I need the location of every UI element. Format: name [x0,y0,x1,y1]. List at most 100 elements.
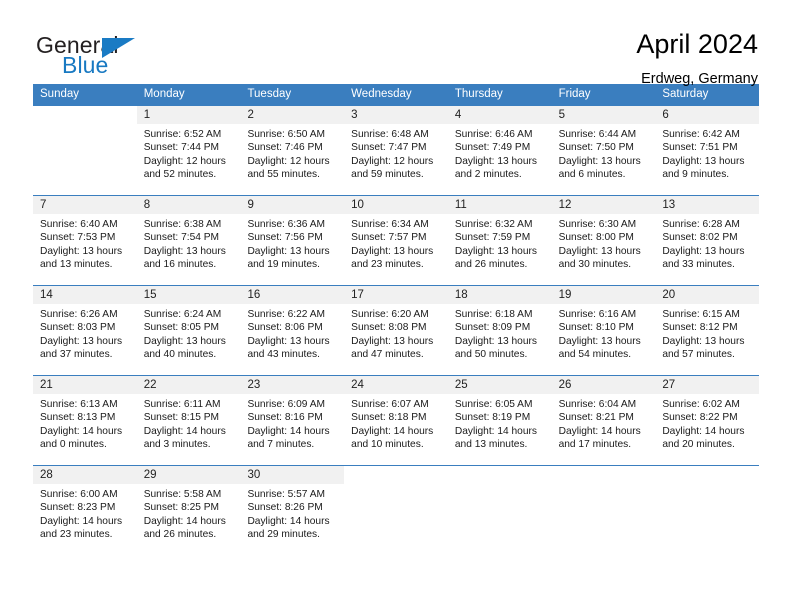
weekday-header-friday: Friday [558,88,591,100]
day-cell[interactable] [447,466,552,553]
day-cell[interactable]: 14 Sunrise: 6:26 AM Sunset: 8:03 PM Dayligh… [33,286,137,375]
sunrise-text: Sunrise: 6:34 AM [351,219,429,230]
day-cell[interactable]: 16 Sunrise: 6:22 AM Sunset: 8:06 PM Dayligh… [240,286,345,375]
sunrise-text: Sunrise: 6:42 AM [662,129,740,140]
sunset-text: Sunset: 8:16 PM [247,412,323,424]
daylight-text-line1: Daylight: 14 hours [40,515,123,527]
day-cell[interactable]: 13 Sunrise: 6:28 AM Sunset: 8:02 PM Dayligh… [655,196,760,285]
daylight-text-line2: and 19 minutes. [247,259,320,271]
sunset-text: Sunset: 8:23 PM [40,502,116,514]
day-cell[interactable]: 5 Sunrise: 6:44 AM Sunset: 7:50 PM Daylight… [551,106,656,195]
day-cell[interactable]: 6 Sunrise: 6:42 AM Sunset: 7:51 PM Daylight… [655,106,760,195]
day-cell[interactable]: 10 Sunrise: 6:34 AM Sunset: 7:57 PM Dayligh… [344,196,448,285]
day-cell[interactable]: 24 Sunrise: 6:07 AM Sunset: 8:18 PM Dayligh… [344,376,448,465]
sunset-text: Sunset: 8:05 PM [143,322,220,334]
day-cell[interactable]: 4 Sunrise: 6:46 AM Sunset: 7:49 PM Daylight… [447,106,552,195]
day-cell[interactable]: 28 Sunrise: 6:00 AM Sunset: 8:23 PM Dayligh… [33,466,137,553]
day-cell[interactable]: 8 Sunrise: 6:38 AM Sunset: 7:54 PM Daylight… [136,196,241,285]
day-cell[interactable] [551,466,656,553]
day-number: 27 [662,379,676,391]
week-row: 28 Sunrise: 6:00 AM Sunset: 8:23 PM Dayligh… [33,465,760,553]
calendar-grid: Sunday Monday Tuesday Wednesday Thursday… [33,84,760,553]
day-cell[interactable]: 12 Sunrise: 6:30 AM Sunset: 8:00 PM Dayligh… [551,196,656,285]
week-row: 21 Sunrise: 6:13 AM Sunset: 8:13 PM Dayligh… [33,375,760,465]
sunset-text: Sunset: 8:06 PM [247,322,323,334]
title-block: April 2024 Erdweg, Germany [636,28,758,86]
sunrise-text: Sunrise: 6:09 AM [247,399,326,410]
sunrise-text: Sunrise: 5:57 AM [247,489,326,500]
sunset-text: Sunset: 7:51 PM [662,142,738,154]
sunset-text: Sunset: 7:44 PM [143,142,220,154]
day-cell[interactable]: 3 Sunrise: 6:48 AM Sunset: 7:47 PM Daylight… [344,106,448,195]
sunrise-text: Sunrise: 6:26 AM [40,309,118,320]
day-cell[interactable]: 7 Sunrise: 6:40 AM Sunset: 7:53 PM Daylight… [33,196,137,285]
sunset-text: Sunset: 8:18 PM [351,412,427,424]
daylight-text-line1: Daylight: 13 hours [454,335,537,347]
daylight-text-line2: and 10 minutes. [351,439,424,451]
weekday-header-tuesday: Tuesday [247,88,292,100]
sunset-text: Sunset: 7:49 PM [454,142,531,154]
day-cell[interactable]: 30 Sunrise: 5:57 AM Sunset: 8:26 PM Dayligh… [240,466,345,553]
daylight-text-line2: and 47 minutes. [351,349,424,361]
daylight-text-line2: and 26 minutes. [143,529,217,541]
day-cell[interactable]: 1 Sunrise: 6:52 AM Sunset: 7:44 PM Daylight… [136,106,241,195]
day-number: 30 [247,469,261,481]
day-number: 24 [351,379,364,391]
day-cell[interactable]: 20 Sunrise: 6:15 AM Sunset: 8:12 PM Dayligh… [655,286,760,375]
day-number: 19 [558,289,572,301]
daylight-text-line2: and 23 minutes. [40,529,113,541]
daylight-text-line1: Daylight: 14 hours [40,425,123,437]
day-number: 18 [454,289,468,301]
sunset-text: Sunset: 8:00 PM [558,232,634,244]
sunrise-text: Sunrise: 6:05 AM [454,399,533,410]
day-cell[interactable] [655,466,760,553]
day-number: 17 [351,289,364,301]
sunrise-text: Sunrise: 6:50 AM [247,129,326,140]
sunrise-text: Sunrise: 6:28 AM [662,219,740,230]
day-cell[interactable]: 23 Sunrise: 6:09 AM Sunset: 8:16 PM Dayligh… [240,376,345,465]
daylight-text-line1: Daylight: 12 hours [143,155,226,167]
sunset-text: Sunset: 7:54 PM [143,232,220,244]
daylight-text-line1: Daylight: 13 hours [662,335,745,347]
daylight-text-line2: and 55 minutes. [247,169,320,181]
daylight-text-line2: and 3 minutes. [143,439,211,451]
day-number: 12 [558,199,572,211]
sunrise-text: Sunrise: 6:30 AM [558,219,637,230]
day-cell[interactable]: 26 Sunrise: 6:04 AM Sunset: 8:21 PM Dayligh… [551,376,656,465]
sunrise-text: Sunrise: 6:44 AM [558,129,637,140]
sunset-text: Sunset: 7:59 PM [454,232,531,244]
day-number: 22 [143,379,157,391]
day-cell[interactable]: 25 Sunrise: 6:05 AM Sunset: 8:19 PM Dayligh… [447,376,552,465]
day-cell[interactable]: 19 Sunrise: 6:16 AM Sunset: 8:10 PM Dayligh… [551,286,656,375]
day-cell[interactable] [33,106,137,195]
day-cell[interactable]: 18 Sunrise: 6:18 AM Sunset: 8:09 PM Dayligh… [447,286,552,375]
sunset-text: Sunset: 8:02 PM [662,232,738,244]
sunset-text: Sunset: 8:03 PM [40,322,116,334]
day-cell[interactable]: 15 Sunrise: 6:24 AM Sunset: 8:05 PM Dayligh… [136,286,241,375]
sunrise-text: Sunrise: 6:04 AM [558,399,637,410]
daylight-text-line2: and 9 minutes. [662,169,730,181]
day-cell[interactable]: 9 Sunrise: 6:36 AM Sunset: 7:56 PM Daylight… [240,196,345,285]
sunrise-text: Sunrise: 6:02 AM [662,399,740,410]
day-cell[interactable]: 22 Sunrise: 6:11 AM Sunset: 8:15 PM Dayligh… [136,376,241,465]
sunset-text: Sunset: 8:13 PM [40,412,116,424]
day-cell[interactable] [344,466,448,553]
day-number: 23 [247,379,261,391]
daylight-text-line2: and 23 minutes. [351,259,424,271]
sunrise-text: Sunrise: 6:20 AM [351,309,429,320]
day-number: 14 [40,289,53,301]
daylight-text-line2: and 16 minutes. [143,259,217,271]
day-number: 15 [143,289,157,301]
day-cell[interactable]: 2 Sunrise: 6:50 AM Sunset: 7:46 PM Daylight… [240,106,345,195]
day-cell[interactable]: 29 Sunrise: 5:58 AM Sunset: 8:25 PM Dayligh… [136,466,241,553]
daylight-text-line2: and 2 minutes. [454,169,522,181]
sunset-text: Sunset: 8:15 PM [143,412,220,424]
day-cell[interactable]: 11 Sunrise: 6:32 AM Sunset: 7:59 PM Dayligh… [447,196,552,285]
daylight-text-line1: Daylight: 13 hours [40,245,123,257]
daylight-text-line2: and 37 minutes. [40,349,113,361]
day-cell[interactable]: 27 Sunrise: 6:02 AM Sunset: 8:22 PM Dayligh… [655,376,760,465]
day-cell[interactable]: 21 Sunrise: 6:13 AM Sunset: 8:13 PM Dayligh… [33,376,137,465]
sunset-text: Sunset: 8:22 PM [662,412,738,424]
sunrise-text: Sunrise: 6:11 AM [143,399,221,410]
day-cell[interactable]: 17 Sunrise: 6:20 AM Sunset: 8:08 PM Dayligh… [344,286,448,375]
